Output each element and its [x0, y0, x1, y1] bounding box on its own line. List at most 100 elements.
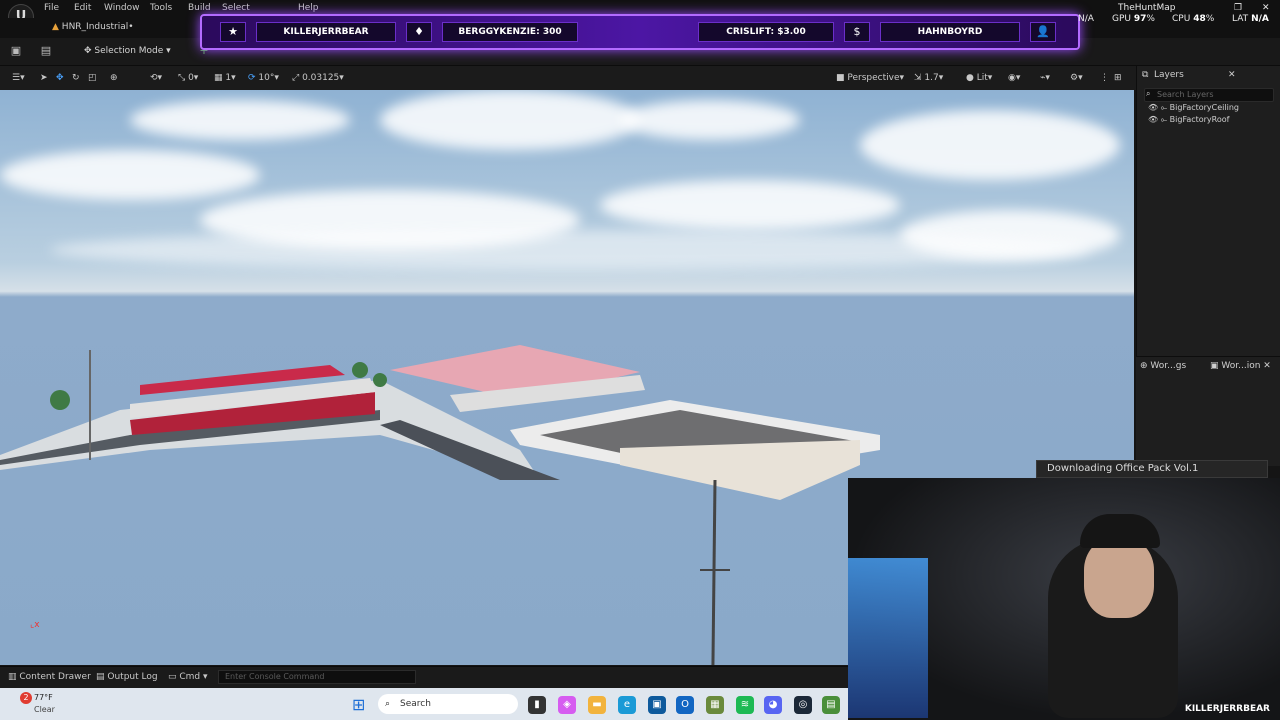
visibility-eye-icon[interactable]: 👁 [1148, 103, 1158, 112]
layout-icon[interactable]: ⊞ [1114, 72, 1122, 84]
layers-search-input[interactable]: Search Layers [1144, 88, 1274, 102]
menu-build[interactable]: Build [188, 3, 211, 13]
edge-icon[interactable]: e [618, 696, 636, 714]
scale-tool-icon[interactable]: ◰ [88, 72, 97, 84]
surface-snap-icon[interactable]: ⟲▾ [150, 72, 162, 84]
document-tab[interactable]: ▲ HNR_Industrial• [44, 19, 142, 35]
layers-panel-title: Layers [1154, 70, 1184, 80]
settings-gear-icon[interactable]: ⚙▾ [1070, 72, 1083, 84]
cmd-label: Cmd [179, 672, 201, 682]
tree [50, 390, 70, 410]
cpu-stat: CPU 48% [1172, 14, 1215, 24]
weather-temp[interactable]: 77°F [34, 693, 53, 702]
outlook-icon[interactable]: O [676, 696, 694, 714]
windows-start-icon[interactable]: ⊞ [352, 696, 370, 714]
banner-item-1: KILLERJERRBEAR [256, 22, 396, 42]
tab-world-settings-label: Wor...gs [1150, 361, 1187, 371]
level-icon: ▲ [52, 22, 59, 32]
file-explorer-icon[interactable]: ▬ [588, 696, 606, 714]
copilot-icon[interactable]: ◈ [558, 696, 576, 714]
app-icon[interactable]: ▣ [648, 696, 666, 714]
lat-stat: LAT N/A [1232, 14, 1269, 24]
camera-speed-value: 1.7 [924, 73, 939, 83]
tree [352, 362, 368, 378]
lat-value: N/A [1251, 14, 1269, 24]
cpu-label: CPU [1172, 14, 1191, 24]
grid-snap-toggle[interactable]: ⤡ 0▾ [178, 72, 198, 84]
visibility-eye-icon[interactable]: 👁 [1148, 115, 1158, 124]
lat-label: LAT [1232, 14, 1249, 24]
cloud [130, 100, 350, 140]
menu-edit[interactable]: Edit [74, 3, 91, 13]
tab-world-settings[interactable]: ⊕ Wor...gs [1140, 361, 1186, 371]
layers-icon: ⧉ [1142, 70, 1149, 80]
tab-world-partition[interactable]: ▣ Wor...ion ✕ [1210, 361, 1271, 371]
scale-snap-toggle[interactable]: ⤢ 0.03125▾ [292, 72, 344, 84]
menu-tools[interactable]: Tools [150, 3, 172, 13]
close-icon[interactable]: ✕ [1228, 70, 1236, 80]
tree [373, 373, 387, 387]
taskbar-search-label: Search [400, 699, 431, 709]
performance-icon[interactable]: ⌁▾ [1040, 72, 1050, 84]
discord-icon[interactable]: ◕ [764, 696, 782, 714]
search-icon: ⌕ [385, 699, 391, 709]
window-close-icon[interactable]: ✕ [1262, 3, 1270, 13]
console-command-input[interactable]: Enter Console Command [218, 670, 416, 684]
app-icon[interactable]: ▤ [822, 696, 840, 714]
world-local-icon[interactable]: ⊕ [110, 72, 118, 84]
layer-item[interactable]: 👁 ⟜ BigFactoryRoof [1148, 114, 1229, 126]
selection-mode-dropdown[interactable]: ✥ Selection Mode ▾ [78, 43, 177, 59]
cloud [860, 110, 1120, 180]
cloud [0, 150, 260, 200]
rotate-tool-icon[interactable]: ↻ [72, 72, 80, 84]
camera-speed-dropdown[interactable]: ⇲ 1.7▾ [914, 72, 943, 84]
scale-snap-value: 0.03125 [302, 73, 340, 83]
select-tool-icon[interactable]: ➤ [40, 72, 48, 84]
rotation-snap-toggle[interactable]: ⟳ 10°▾ [248, 72, 279, 84]
minecraft-icon[interactable]: ▦ [706, 696, 724, 714]
translate-tool-icon[interactable]: ✥ [56, 72, 64, 84]
perspective-dropdown[interactable]: ■ Perspective▾ [836, 72, 904, 84]
gpu-label: GPU [1112, 14, 1131, 24]
cloud [380, 90, 640, 150]
menu-help[interactable]: Help [298, 3, 319, 13]
axis-gizmo-icon: ⌞x [30, 620, 40, 630]
banner-item-2: BERGGYKENZIE: 300 [442, 22, 578, 42]
diamond-icon: ♦ [406, 22, 432, 42]
power-tower [711, 479, 717, 665]
tab-world-partition-label: Wor...ion [1221, 361, 1261, 371]
streamer-cap [1080, 514, 1160, 548]
output-log-button[interactable]: ▤ Output Log [96, 672, 158, 682]
star-icon: ★ [220, 22, 246, 42]
cmd-dropdown[interactable]: ▭ Cmd ▾ [168, 672, 208, 682]
dollar-icon: $ [844, 22, 870, 42]
pc-rgb-lights [848, 558, 928, 718]
browse-icon[interactable]: ▤ [38, 43, 54, 59]
cloud [620, 100, 800, 140]
banner-item-3: CRISLIFT: $3.00 [698, 22, 834, 42]
lit-dropdown[interactable]: ● Lit▾ [966, 72, 992, 84]
window-restore-icon[interactable]: ❐ [1234, 3, 1242, 13]
grid-snap-value: 0 [188, 73, 194, 83]
rotation-snap-value: 10° [258, 73, 275, 83]
selection-mode-icon: ✥ [84, 46, 92, 56]
save-icon[interactable]: ▣ [8, 43, 24, 59]
stat-na: N/A [1078, 14, 1094, 24]
spotify-icon[interactable]: ≋ [736, 696, 754, 714]
layer-item[interactable]: 👁 ⟜ BigFactoryCeiling [1148, 102, 1239, 114]
steam-icon[interactable]: ◎ [794, 696, 812, 714]
viewport-menu-icon[interactable]: ☰▾ [12, 72, 25, 84]
banner-item-4: HAHNBOYRD [880, 22, 1020, 42]
gpu-value: 97 [1133, 14, 1147, 24]
content-drawer-button[interactable]: ▥ Content Drawer [8, 672, 91, 682]
search-icon: ⌕ [1146, 89, 1151, 98]
show-flags-icon[interactable]: ◉▾ [1008, 72, 1020, 84]
task-view-icon[interactable]: ▮ [528, 696, 546, 714]
menu-file[interactable]: File [44, 3, 59, 13]
more-options-icon[interactable]: ⋮ [1100, 72, 1109, 84]
menu-select[interactable]: Select [222, 3, 250, 13]
grid-size-toggle[interactable]: ▦ 1▾ [214, 72, 236, 84]
view-mode-label: Perspective [847, 73, 900, 83]
taskbar-search[interactable]: ⌕ Search [378, 694, 518, 714]
menu-window[interactable]: Window [104, 3, 140, 13]
